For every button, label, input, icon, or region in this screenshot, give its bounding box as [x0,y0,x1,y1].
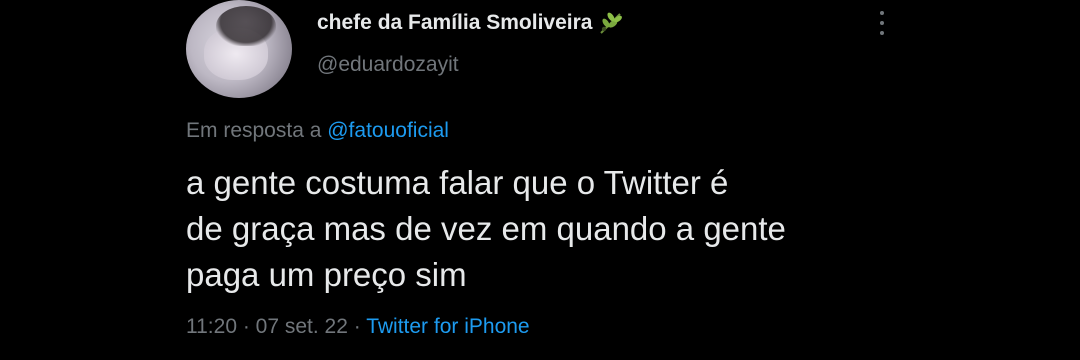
author-display-name[interactable]: chefe da Família Smoliveira [317,11,592,35]
reply-prefix: Em resposta a [186,119,328,142]
tweet-card: chefe da Família Smoliveira @eduardozayi… [0,0,1080,360]
author-name-row[interactable]: chefe da Família Smoliveira [317,11,624,35]
meta-separator: · [237,315,256,338]
avatar-hair [216,6,276,46]
meta-separator: · [347,315,367,338]
olive-branch-icon [600,12,623,34]
reply-context: Em resposta a @fatouoficial [186,119,449,143]
author-handle[interactable]: @eduardozayit [317,53,459,77]
tweet-time[interactable]: 11:20 [186,315,237,338]
avatar[interactable] [186,0,292,98]
tweet-meta: 11:20 · 07 set. 22 · Twitter for iPhone [186,315,530,339]
tweet-text-line: a gente costuma falar que o Twitter é [186,164,729,201]
reply-mention-link[interactable]: @fatouoficial [327,119,449,142]
tweet-text: a gente costuma falar que o Twitter é de… [186,160,926,298]
tweet-text-line: paga um preço sim [186,256,467,293]
tweet-source-link[interactable]: Twitter for iPhone [366,315,529,338]
more-options-icon[interactable] [872,8,892,38]
tweet-date[interactable]: 07 set. 22 [256,315,348,338]
tweet-text-line: de graça mas de vez em quando a gente [186,210,786,247]
